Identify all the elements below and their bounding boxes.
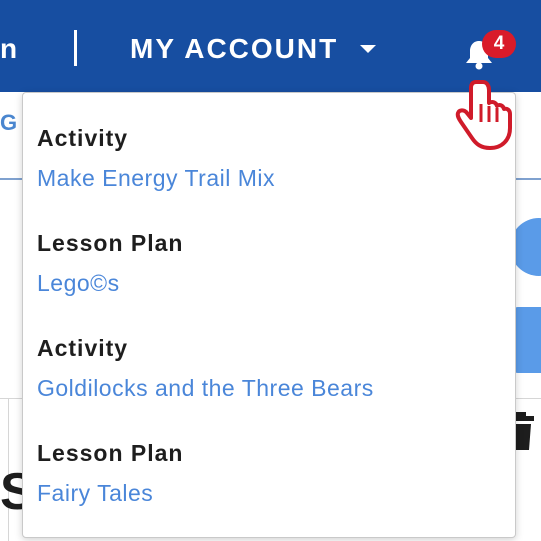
notification-link[interactable]: Make Energy Trail Mix	[37, 163, 497, 193]
notification-type: Activity	[37, 335, 129, 361]
notification-link[interactable]: Fairy Tales	[37, 478, 497, 508]
notification-link[interactable]: Goldilocks and the Three Bears	[37, 373, 497, 403]
background-action-button[interactable]	[512, 307, 541, 373]
notification-item[interactable]: Lesson Plan Lego©s	[37, 228, 497, 298]
page-root: n MY ACCOUNT 4 G S Activity Make Energy …	[0, 0, 541, 541]
notifications-dropdown: Activity Make Energy Trail Mix Lesson Pl…	[22, 92, 516, 538]
notification-type: Lesson Plan	[37, 440, 184, 466]
background-heading-fragment: G	[0, 110, 18, 135]
notification-type: Lesson Plan	[37, 230, 184, 256]
notification-link[interactable]: Lego©s	[37, 268, 497, 298]
notification-count-badge: 4	[482, 30, 516, 58]
my-account-menu[interactable]: MY ACCOUNT	[130, 33, 377, 65]
notification-item[interactable]: Activity Goldilocks and the Three Bears	[37, 333, 497, 403]
notification-type: Activity	[37, 125, 129, 151]
chevron-down-icon	[360, 45, 377, 53]
notification-item[interactable]: Activity Make Energy Trail Mix	[37, 123, 497, 193]
notification-item[interactable]: Lesson Plan Fairy Tales	[37, 438, 497, 508]
nav-left-item-fragment[interactable]: n	[0, 33, 18, 65]
my-account-label: MY ACCOUNT	[130, 33, 339, 64]
top-navbar: n MY ACCOUNT	[0, 0, 541, 92]
nav-divider	[74, 30, 77, 66]
